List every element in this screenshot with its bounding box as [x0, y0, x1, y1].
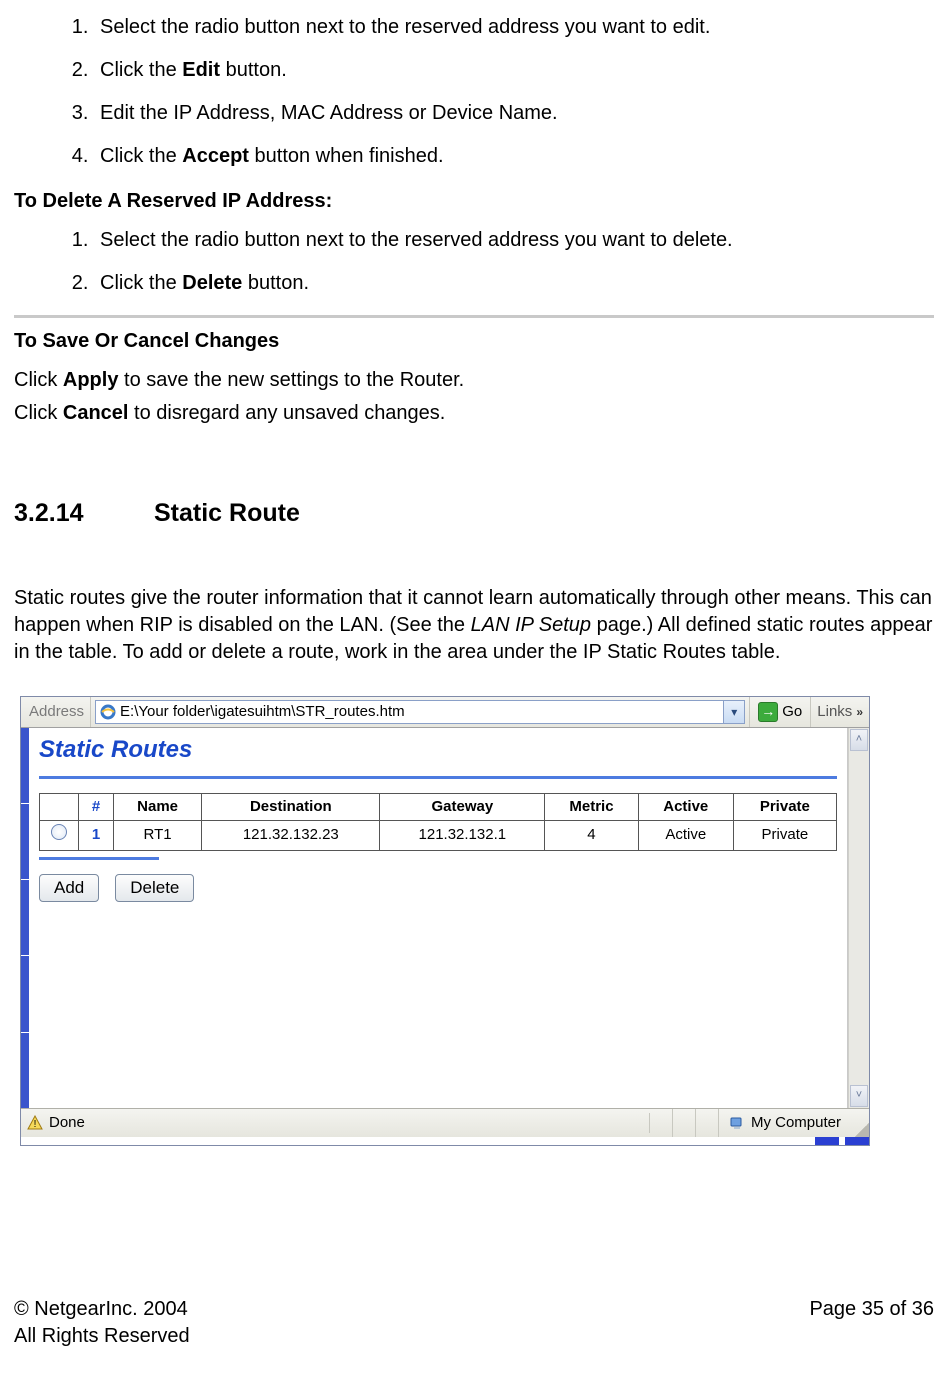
- table-header-row: # Name Destination Gateway Metric Active…: [40, 794, 837, 821]
- col-private: Private: [733, 794, 836, 821]
- row-radio[interactable]: [51, 824, 67, 840]
- step-text: Select the radio button next to the rese…: [94, 227, 934, 254]
- save-heading: To Save Or Cancel Changes: [14, 328, 934, 355]
- page-title: Static Routes: [39, 734, 837, 766]
- address-bar: Address E:\Your folder\igatesuihtm\STR_r…: [21, 697, 869, 728]
- browser-screenshot: Address E:\Your folder\igatesuihtm\STR_r…: [20, 696, 870, 1146]
- section-title: Static Route: [154, 497, 300, 531]
- row-name: RT1: [114, 821, 202, 850]
- status-bar: ! Done My Computer: [21, 1108, 869, 1137]
- step-text: Click the Delete button.: [94, 270, 934, 297]
- step-text: Click the Edit button.: [94, 57, 934, 84]
- chevrons-icon: »: [856, 704, 863, 720]
- delete-button[interactable]: Delete: [115, 874, 194, 902]
- bottom-blue-strip: [21, 1137, 869, 1145]
- section-number: 3.2.14: [14, 497, 154, 531]
- footer-page-number: Page 35 of 36: [809, 1296, 934, 1350]
- scrollbar[interactable]: ˄ ˅: [848, 728, 869, 1108]
- row-gateway: 121.32.132.1: [380, 821, 545, 850]
- section-body: Static routes give the router informatio…: [14, 585, 934, 666]
- delete-heading: To Delete A Reserved IP Address:: [14, 188, 934, 215]
- row-index: 1: [79, 821, 114, 850]
- col-active: Active: [638, 794, 733, 821]
- divider: [14, 315, 934, 318]
- col-gateway: Gateway: [380, 794, 545, 821]
- resize-grip[interactable]: [851, 1109, 869, 1137]
- go-button[interactable]: → Go: [749, 697, 810, 727]
- step-text: Edit the IP Address, MAC Address or Devi…: [94, 100, 934, 127]
- footer-rights: All Rights Reserved: [14, 1323, 190, 1350]
- save-line1: Click Apply to save the new settings to …: [14, 367, 934, 394]
- table-rule: [39, 857, 159, 860]
- row-metric: 4: [545, 821, 639, 850]
- row-private: Private: [733, 821, 836, 850]
- zone-text: My Computer: [751, 1113, 841, 1133]
- go-arrow-icon: →: [758, 702, 778, 722]
- links-button[interactable]: Links »: [810, 697, 869, 727]
- col-name: Name: [114, 794, 202, 821]
- col-destination: Destination: [202, 794, 380, 821]
- address-dropdown[interactable]: ▾: [723, 701, 744, 723]
- step-text: Click the Accept button when finished.: [94, 143, 934, 170]
- svg-text:!: !: [34, 1119, 37, 1130]
- table-row: 1 RT1 121.32.132.23 121.32.132.1 4 Activ…: [40, 821, 837, 850]
- page-content: Static Routes # Name Destination Gateway…: [29, 728, 848, 1108]
- routes-table: # Name Destination Gateway Metric Active…: [39, 793, 837, 851]
- section-heading: 3.2.14 Static Route: [14, 497, 934, 531]
- my-computer-icon: [729, 1115, 745, 1131]
- scroll-down-icon[interactable]: ˅: [850, 1085, 868, 1107]
- add-button[interactable]: Add: [39, 874, 99, 902]
- address-label: Address: [21, 697, 91, 727]
- warning-icon: !: [27, 1115, 43, 1131]
- col-index: #: [79, 794, 114, 821]
- status-text: Done: [49, 1113, 85, 1133]
- address-url: E:\Your folder\igatesuihtm\STR_routes.ht…: [120, 702, 723, 722]
- left-frame-edge: [21, 728, 29, 1108]
- title-rule: [39, 776, 837, 779]
- address-input[interactable]: E:\Your folder\igatesuihtm\STR_routes.ht…: [95, 700, 745, 724]
- ie-icon: [100, 704, 116, 720]
- page-footer: © NetgearInc. 2004 All Rights Reserved P…: [14, 1296, 934, 1350]
- edit-steps-list: Select the radio button next to the rese…: [14, 14, 934, 170]
- scroll-up-icon[interactable]: ˄: [850, 729, 868, 751]
- row-active: Active: [638, 821, 733, 850]
- step-text: Select the radio button next to the rese…: [94, 14, 934, 41]
- footer-copyright: © NetgearInc. 2004: [14, 1296, 190, 1323]
- col-metric: Metric: [545, 794, 639, 821]
- row-destination: 121.32.132.23: [202, 821, 380, 850]
- save-line2: Click Cancel to disregard any unsaved ch…: [14, 400, 934, 427]
- delete-steps-list: Select the radio button next to the rese…: [14, 227, 934, 297]
